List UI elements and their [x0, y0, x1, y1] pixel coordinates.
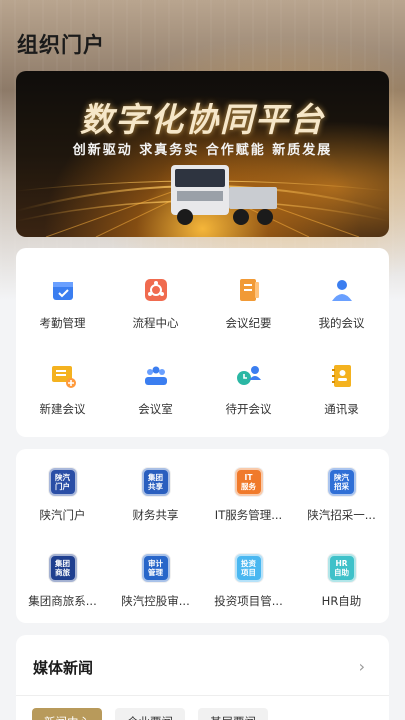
app-item-label: 陕汽控股审...: [121, 594, 190, 608]
app-item-label: 陕汽招采一...: [307, 508, 376, 522]
office-item-label: 待开会议: [225, 402, 272, 416]
office-item-4[interactable]: 我的会议: [295, 276, 388, 331]
office-item-1[interactable]: 考勤管理: [16, 276, 109, 331]
office-item-label: 通讯录: [324, 402, 359, 416]
flow-icon: [142, 276, 170, 304]
office-item-8[interactable]: 通讯录: [295, 362, 388, 417]
app-item-label: 集团商旅系...: [28, 594, 97, 608]
office-item-7[interactable]: 待开会议: [202, 362, 295, 417]
app-item-label: IT服务管理...: [214, 508, 283, 522]
office-item-label: 我的会议: [318, 316, 365, 330]
app-logo-icon: IT 服务: [234, 468, 263, 496]
app-item-label: HR自助: [321, 594, 362, 608]
app-logo-icon: 陕汽 门户: [48, 468, 77, 496]
app-logo-icon: 集团 商旅: [48, 554, 77, 582]
pending-meeting-icon: [235, 362, 263, 390]
office-item-label: 考勤管理: [39, 316, 86, 330]
calendar-check-icon: [49, 276, 77, 304]
app-item-5[interactable]: 集团 商旅集团商旅系...: [16, 554, 109, 609]
banner[interactable]: 数字化协同平台 创新驱动 求真务实 合作赋能 新质发展: [16, 71, 389, 237]
page-title: 组织门户: [17, 33, 105, 57]
board-add-icon: [49, 362, 77, 390]
tab-grassroots-news[interactable]: 基层要闻: [198, 708, 268, 720]
app-item-1[interactable]: 陕汽 门户 陕汽门户: [16, 468, 109, 523]
banner-subtitle: 创新驱动 求真务实 合作赋能 新质发展: [72, 143, 333, 158]
person-icon: [328, 276, 356, 304]
office-item-3[interactable]: 会议纪要: [202, 276, 295, 331]
apps-card: 陕汽 门户 陕汽门户 集团 共享 财务共享 IT 服务 IT服务管理... 陕汽 招采 陕汽招…: [16, 449, 389, 623]
tab-news-center[interactable]: 新闻中心: [32, 708, 102, 720]
app-logo-icon: 陕汽 招采: [327, 468, 356, 496]
office-item-label: 流程中心: [132, 316, 179, 330]
office-item-6[interactable]: 会议室: [109, 362, 202, 417]
app-item-4[interactable]: 陕汽 招采陕汽招采一...: [295, 468, 388, 523]
app-item-6[interactable]: 审计 管理陕汽控股审...: [109, 554, 202, 609]
app-item-label: 财务共享: [132, 508, 179, 522]
app-item-label: 投资项目管...: [214, 594, 283, 608]
divider: [16, 695, 389, 696]
notes-icon: [235, 276, 263, 304]
app-logo-icon: 投资 项目: [234, 554, 263, 582]
truck-image: [171, 165, 277, 225]
app-logo-icon: HR 自助: [327, 554, 356, 582]
office-item-label: 会议室: [138, 402, 173, 416]
office-item-label: 新建会议: [39, 402, 86, 416]
app-logo-icon: 审计 管理: [141, 554, 170, 582]
office-item-5[interactable]: 新建会议: [16, 362, 109, 417]
office-tools-card: 考勤管理 流程中心 会议纪要 我的会议新建会议 会议室 待开会议 通讯录: [16, 248, 389, 437]
news-card: 媒体新闻 › 新闻中心 企业要闻 基层要闻: [16, 635, 389, 720]
chevron-right-icon[interactable]: ›: [359, 657, 365, 676]
app-logo-icon: 集团 共享: [141, 468, 170, 496]
tab-corporate-news[interactable]: 企业要闻: [115, 708, 185, 720]
app-item-7[interactable]: 投资 项目投资项目管...: [202, 554, 295, 609]
banner-title: 数字化协同平台: [80, 100, 325, 139]
news-section-title: 媒体新闻: [33, 659, 94, 677]
app-item-8[interactable]: HR 自助 HR自助: [295, 554, 388, 609]
meeting-room-icon: [142, 362, 170, 390]
office-item-label: 会议纪要: [225, 316, 272, 330]
contacts-book-icon: [328, 362, 356, 390]
app-item-2[interactable]: 集团 共享 财务共享: [109, 468, 202, 523]
app-item-label: 陕汽门户: [39, 508, 86, 522]
app-item-3[interactable]: IT 服务 IT服务管理...: [202, 468, 295, 523]
office-item-2[interactable]: 流程中心: [109, 276, 202, 331]
